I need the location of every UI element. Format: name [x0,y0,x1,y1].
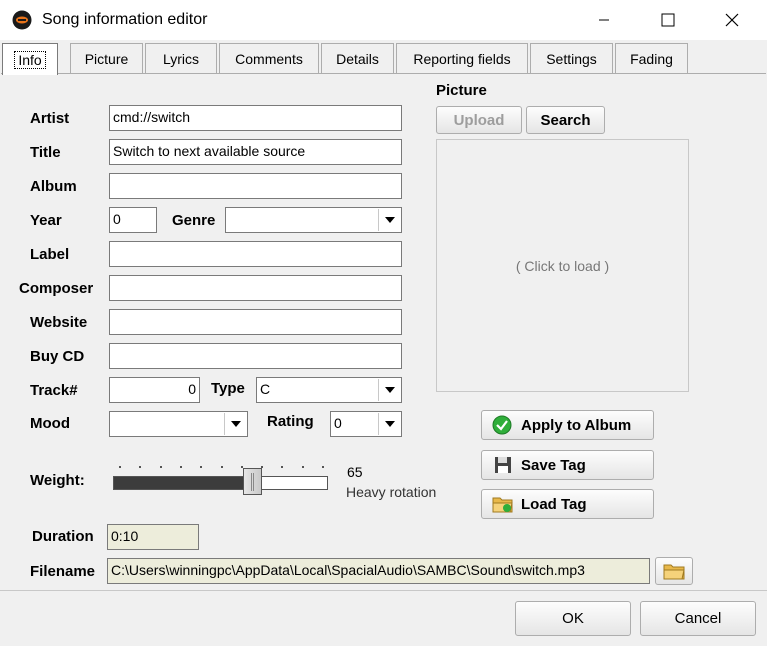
tab-details[interactable]: Details [321,43,394,74]
close-icon [725,13,739,27]
mood-label: Mood [30,415,70,432]
tab-fading[interactable]: Fading [615,43,688,74]
track-field[interactable]: 0 [109,377,200,403]
check-circle-icon [492,415,512,435]
floppy-disk-icon [495,457,511,473]
weight-label: Weight: [30,472,85,489]
app-logo-icon [12,10,32,30]
save-tag-button[interactable]: Save Tag [481,450,654,480]
weight-description: Heavy rotation [346,484,437,500]
year-field[interactable]: 0 [109,207,157,233]
album-field[interactable] [109,173,402,199]
chevron-down-icon [378,413,400,435]
buy-cd-label: Buy CD [30,348,85,365]
upload-button[interactable]: Upload [436,106,522,134]
load-tag-button[interactable]: Load Tag [481,489,654,519]
album-art-area[interactable]: ( Click to load ) [436,139,689,392]
title-field[interactable]: Switch to next available source [109,139,402,165]
chevron-down-icon [378,209,400,231]
slider-tick [179,466,182,468]
composer-label: Composer [19,280,94,297]
album-label: Album [30,178,77,195]
record-label-field[interactable] [109,241,402,267]
folder-open-icon [492,497,513,513]
tab-lyrics[interactable]: Lyrics [145,43,217,74]
album-art-placeholder: ( Click to load ) [515,257,610,274]
tab-comments[interactable]: Comments [219,43,319,74]
title-bar: Song information editor [0,0,767,40]
artist-field[interactable]: cmd://switch [109,105,402,131]
slider-tick [281,466,284,468]
slider-tick [220,466,223,468]
weight-slider-track[interactable] [113,476,328,490]
cancel-button[interactable]: Cancel [640,601,756,636]
close-button[interactable] [709,0,755,40]
mood-dropdown[interactable] [109,411,248,437]
duration-field: 0:10 [107,524,199,550]
genre-label: Genre [172,212,216,229]
tab-strip: Info Picture Lyrics Comments Details Rep… [0,40,767,75]
slider-tick [301,466,304,468]
tab-info[interactable]: Info [2,43,58,75]
tab-reporting-fields[interactable]: Reporting fields [396,43,528,74]
rating-label: Rating [267,413,314,430]
type-label: Type [211,380,245,397]
tab-picture[interactable]: Picture [70,43,143,74]
maximize-icon [661,13,675,27]
chevron-down-icon [378,379,400,401]
maximize-button[interactable] [645,0,691,40]
tab-settings[interactable]: Settings [530,43,613,74]
rating-dropdown[interactable]: 0 [330,411,402,437]
slider-tick [119,466,121,468]
filename-field[interactable]: C:\Users\winningpc\AppData\Local\Spacial… [107,558,650,584]
slider-tick [200,466,203,468]
record-label-label: Label [30,246,70,263]
composer-field[interactable] [109,275,402,301]
ok-button[interactable]: OK [515,601,631,636]
track-label: Track# [30,382,78,399]
picture-heading: Picture [436,82,487,99]
duration-label: Duration [32,528,94,545]
folder-icon [663,564,685,580]
slider-tick [322,466,324,468]
website-label: Website [30,314,88,331]
slider-tick [139,466,142,468]
slider-tick [159,466,162,468]
artist-label: Artist [30,110,70,127]
filename-label: Filename [30,563,96,580]
chevron-down-icon [224,413,246,435]
title-label: Title [30,144,61,161]
search-button[interactable]: Search [526,106,605,134]
weight-value: 65 [347,464,363,480]
year-label: Year [30,212,62,229]
minimize-button[interactable] [581,0,627,40]
buy-cd-field[interactable] [109,343,402,369]
browse-file-button[interactable] [655,557,693,585]
window-title: Song information editor [42,11,208,28]
website-field[interactable] [109,309,402,335]
weight-slider-thumb[interactable] [243,468,263,495]
type-dropdown[interactable]: C [256,377,402,403]
minimize-icon [599,19,609,21]
genre-dropdown[interactable] [225,207,402,233]
apply-to-album-button[interactable]: Apply to Album [481,410,654,440]
weight-slider-fill [114,477,254,489]
